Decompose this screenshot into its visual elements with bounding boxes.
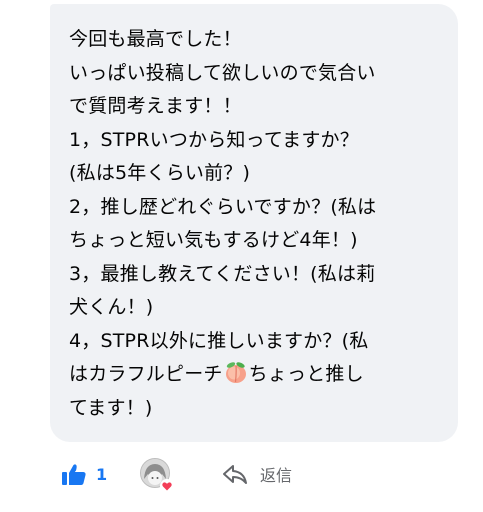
comment-bubble: 今回も最高でした！ いっぱい投稿して欲しいので気合い で質問考えます！！ 1，S… <box>50 4 458 442</box>
comment-text-segment: ちょっと推し <box>248 363 364 385</box>
heart-icon <box>160 479 174 493</box>
like-button[interactable]: 1 <box>61 462 107 486</box>
reply-label: 返信 <box>260 466 293 485</box>
comment-line: 犬くん！) <box>69 296 154 318</box>
comment-line: (私は5年くらい前？) <box>69 162 251 184</box>
comment-line: てます！) <box>69 396 153 419</box>
reply-button[interactable]: 返信 <box>222 462 292 486</box>
comment-line: 今回も最高でした！ <box>69 28 242 50</box>
comment-screen: 今回も最高でした！ いっぱい投稿して欲しいので気合い で質問考えます！！ 1，S… <box>0 0 483 512</box>
thumbs-up-icon <box>62 464 86 485</box>
peach-emoji-icon <box>225 362 246 383</box>
comment-line: ちょっと短い気もするけど4年！) <box>69 229 358 251</box>
comment-line: で質問考えます！！ <box>69 95 242 117</box>
reactor-avatar[interactable] <box>140 458 174 493</box>
comment-line: 3，最推し教えてください！(私は莉 <box>69 262 376 285</box>
like-count: 1 <box>96 464 108 484</box>
comment-line: いっぱい投稿して欲しいので気合い <box>69 61 376 84</box>
comment-line: 1，STPRいつから知ってますか？ <box>69 128 359 151</box>
reply-arrow-icon <box>223 465 247 484</box>
comment-text-segment: はカラフルピーチ <box>69 363 223 385</box>
comment-actions-bar: 1 返信 <box>0 458 483 498</box>
comment-line: 4，STPR以外に推しいますか？(私 <box>69 329 369 352</box>
comment-line: 2，推し歴どれぐらいですか？(私は <box>69 195 377 218</box>
comment-line-with-emoji: はカラフルピーチ ちょっと推し <box>69 358 450 392</box>
